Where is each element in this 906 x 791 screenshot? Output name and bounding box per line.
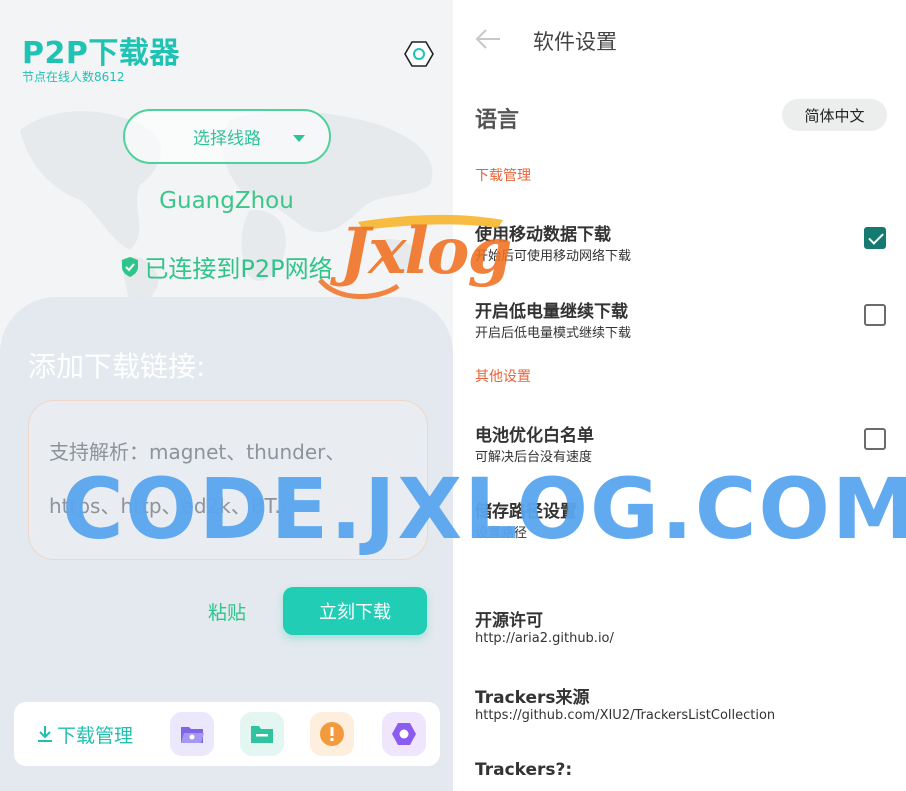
section-header-download-manage: 下载管理 [475,168,531,184]
setting-battery-whitelist-title[interactable]: 电池优化白名单 [475,421,594,446]
alert-icon [320,722,344,746]
folder-icon [251,726,273,743]
language-select-button[interactable]: 简体中文 [782,99,887,131]
connection-status: 已连接到P2P网络 [0,249,453,284]
shield-check-icon [122,256,139,277]
language-label: 语言 [475,108,520,133]
section-header-other-settings: 其他设置 [475,369,531,385]
route-select-dropdown[interactable]: 选择线路 [123,109,331,164]
setting-trackers-source-title[interactable]: Trackers来源 [475,683,590,708]
settings-panel: 软件设置 语言 简体中文 下载管理 使用移动数据下载 开始后可使用移动网络下载 … [453,0,906,791]
settings-icon [392,723,416,745]
settings-button[interactable] [382,712,426,756]
setting-trackers-source-link[interactable]: https://github.com/XIU2/TrackersListColl… [475,708,775,723]
connection-status-text: 已连接到P2P网络 [144,255,333,283]
low-battery-checkbox[interactable] [864,304,886,326]
setting-low-battery-subtitle: 开启后低电量模式继续下载 [475,326,632,341]
setting-open-source-title[interactable]: 开源许可 [475,606,543,631]
setting-mobile-data-title[interactable]: 使用移动数据下载 [475,220,611,245]
folder-open-icon [181,727,204,743]
download-now-button[interactable]: 立刻下载 [283,587,427,635]
download-manage-label: 下载管理 [57,724,134,747]
folder-button[interactable] [240,712,284,756]
download-url-placeholder: 支持解析：magnet、thunder、https、http、ed2k、BT..… [49,440,346,518]
p2p-home-panel: P2P下载器 节点在线人数8612 选择线路 GuangZhou 已连接到P2P… [0,0,453,791]
setting-storage-path-title[interactable]: 储存路径设置 [475,497,577,522]
app-title: P2P下载器 [22,36,180,71]
download-url-input[interactable]: 支持解析：magnet、thunder、https、http、ed2k、BT..… [28,400,428,560]
add-download-title: 添加下载链接: [28,350,206,383]
online-node-count: 节点在线人数8612 [22,70,125,84]
setting-low-battery-title[interactable]: 开启低电量继续下载 [475,297,628,322]
current-city: GuangZhou [159,188,294,214]
page-title: 软件设置 [533,30,617,54]
alert-button[interactable] [310,712,354,756]
chevron-down-icon [293,135,305,142]
download-icon [38,726,52,742]
setting-storage-path-subtitle: 设置路径 [475,526,528,541]
download-manage-button[interactable]: 下载管理 [36,721,133,748]
route-select-label: 选择线路 [193,129,261,149]
bottom-toolbar: 下载管理 [14,702,440,766]
setting-battery-whitelist-subtitle: 可解决后台没有速度 [475,450,593,465]
mobile-data-checkbox[interactable] [864,227,886,249]
settings-icon[interactable] [404,40,434,68]
setting-trackers-title[interactable]: Trackers?: [475,760,572,780]
setting-mobile-data-subtitle: 开始后可使用移动网络下载 [475,249,632,264]
folder-open-button[interactable] [170,712,214,756]
paste-button[interactable]: 粘贴 [208,598,246,625]
battery-whitelist-checkbox[interactable] [864,428,886,450]
setting-open-source-link[interactable]: http://aria2.github.io/ [475,631,614,646]
back-arrow-icon[interactable] [475,28,501,50]
